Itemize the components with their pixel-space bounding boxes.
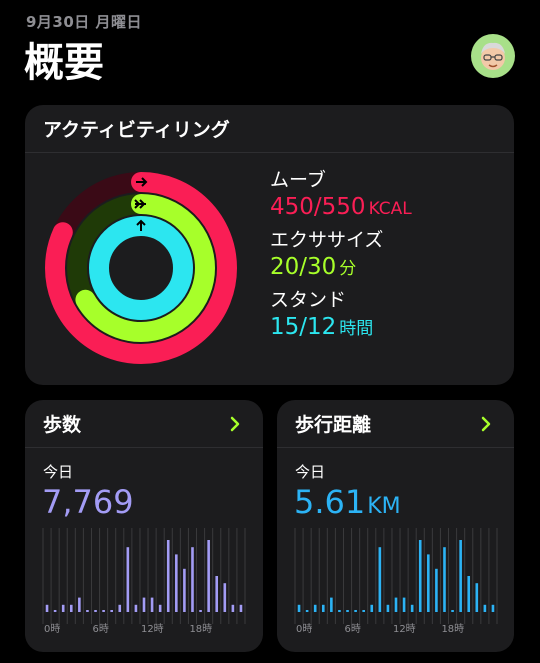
- steps-value: 7,769: [42, 483, 134, 521]
- steps-bar: [215, 576, 219, 612]
- distance-bar: [346, 610, 349, 612]
- distance-bar: [354, 610, 357, 612]
- steps-bar: [183, 568, 186, 612]
- steps-bar: [134, 604, 138, 612]
- exercise-stat: エクササイズ 20/30 分: [270, 228, 412, 284]
- steps-bar: [45, 604, 49, 612]
- activity-rings-card[interactable]: アクティビティリング ムーブ 450/550 KCAL エクササイズ 20/30 分…: [25, 105, 514, 385]
- distance-bar: [459, 540, 462, 612]
- distance-card[interactable]: 歩行距離 今日 5.61KM 0時 6時 12時 18時: [277, 400, 514, 652]
- distance-bar: [491, 604, 495, 612]
- distance-axis-label: 6時: [344, 623, 360, 635]
- steps-bar: [102, 610, 105, 612]
- distance-card-title: 歩行距離: [295, 414, 372, 436]
- distance-bar: [370, 604, 374, 612]
- move-stat: ムーブ 450/550 KCAL: [270, 168, 412, 224]
- steps-bar: [199, 610, 202, 612]
- exercise-unit: 分: [339, 259, 357, 279]
- steps-bar: [53, 610, 57, 612]
- steps-bar: [61, 604, 65, 612]
- steps-bar: [69, 604, 73, 612]
- steps-bar: [207, 540, 210, 612]
- move-unit: KCAL: [368, 199, 412, 219]
- steps-bar: [86, 610, 89, 612]
- distance-card-header: 歩行距離: [277, 400, 514, 448]
- distance-bar: [386, 604, 390, 612]
- steps-bar: [166, 540, 170, 612]
- steps-card-header: 歩数: [25, 400, 263, 448]
- distance-bar: [467, 576, 471, 612]
- distance-bar: [321, 604, 325, 612]
- distance-hourly-chart: 0時 6時 12時 18時: [294, 528, 498, 635]
- move-label: ムーブ: [270, 169, 326, 191]
- distance-bar: [402, 597, 406, 612]
- chevron-right-icon[interactable]: [476, 413, 496, 435]
- distance-bar: [338, 610, 341, 612]
- exercise-value: 20/30: [270, 254, 337, 280]
- steps-bar: [110, 610, 113, 612]
- stand-ring: [89, 216, 193, 320]
- chevron-right-icon[interactable]: [225, 413, 245, 435]
- activity-card-header: アクティビティリング: [25, 105, 514, 153]
- exercise-label: エクササイズ: [270, 229, 384, 251]
- distance-bar: [427, 554, 430, 612]
- steps-bar: [78, 597, 81, 612]
- distance-bar: [443, 547, 446, 612]
- steps-bar: [158, 604, 162, 612]
- steps-hourly-chart: 0時 6時 12時 18時: [42, 528, 246, 635]
- steps-bar: [118, 604, 122, 612]
- steps-bar: [191, 547, 194, 612]
- stand-stat: スタンド 15/12 時間: [270, 288, 412, 344]
- distance-axis-label: 18時: [441, 623, 464, 635]
- distance-bar: [330, 597, 333, 612]
- distance-bar: [418, 540, 422, 612]
- distance-bar: [378, 547, 382, 612]
- stand-unit: 時間: [339, 319, 374, 339]
- memoji-icon: [481, 42, 505, 70]
- steps-bar: [239, 604, 243, 612]
- distance-bar: [297, 604, 301, 612]
- distance-unit: KM: [367, 494, 401, 519]
- distance-axis-label: 0時: [296, 623, 312, 635]
- steps-bar: [231, 604, 235, 612]
- distance-bar: [394, 597, 398, 612]
- steps-bar: [126, 547, 130, 612]
- steps-axis-label: 12時: [141, 623, 164, 635]
- distance-bar: [475, 583, 479, 612]
- distance-bar: [435, 568, 438, 612]
- steps-axis-label: 18時: [189, 623, 212, 635]
- distance-today-label: 今日: [295, 463, 326, 481]
- steps-bar: [94, 610, 97, 612]
- distance-value: 5.61: [294, 483, 366, 521]
- steps-bar: [175, 554, 178, 612]
- steps-today-label: 今日: [43, 463, 74, 481]
- distance-axis-label: 12時: [393, 623, 416, 635]
- stand-value: 15/12: [270, 314, 337, 340]
- avatar[interactable]: [471, 34, 515, 78]
- page-title: 概要: [24, 40, 104, 86]
- move-value: 450/550: [270, 194, 366, 220]
- steps-axis-label: 6時: [92, 623, 108, 635]
- steps-axis-label: 0時: [44, 623, 60, 635]
- activity-card-title: アクティビティリング: [43, 119, 230, 141]
- steps-card-title: 歩数: [43, 414, 82, 436]
- date-label: 9月30日 月曜日: [26, 13, 143, 31]
- stand-label: スタンド: [270, 289, 347, 311]
- steps-bar: [223, 583, 227, 612]
- distance-bar: [410, 604, 414, 612]
- distance-bar: [305, 610, 309, 612]
- steps-bar: [142, 597, 146, 612]
- activity-rings: [45, 172, 237, 364]
- steps-bar: [150, 597, 154, 612]
- steps-card[interactable]: 歩数 今日 7,769 0時 6時 12時 18時: [25, 400, 263, 652]
- distance-bar: [362, 610, 365, 612]
- distance-bar: [483, 604, 487, 612]
- distance-bar: [313, 604, 317, 612]
- distance-bar: [451, 610, 454, 612]
